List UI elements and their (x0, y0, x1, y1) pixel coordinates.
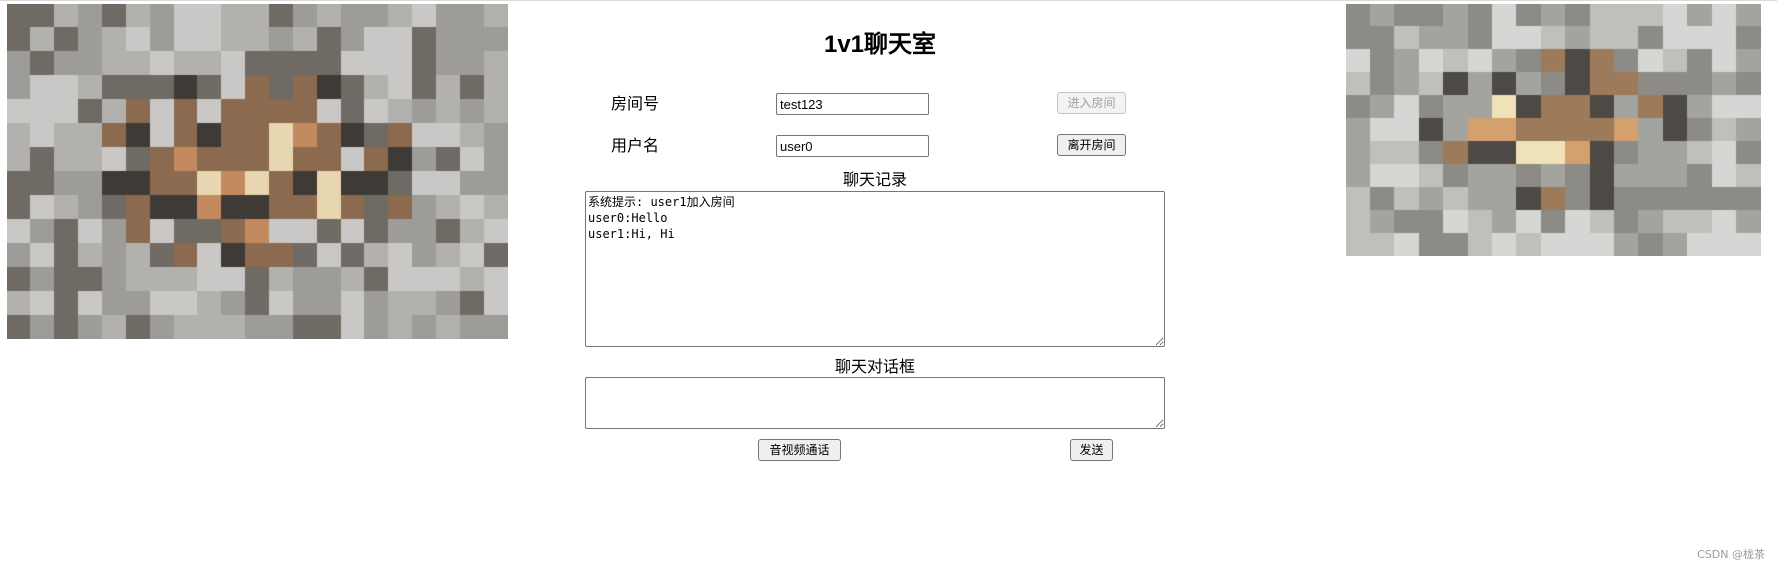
chat-input-textarea[interactable] (585, 377, 1165, 429)
chat-log-textarea[interactable]: 系统提示: user1加入房间 user0:Hello user1:Hi, Hi (585, 191, 1165, 347)
local-video (7, 4, 508, 339)
room-number-input[interactable] (776, 93, 929, 115)
watermark: CSDN @栊茶 (1697, 548, 1765, 561)
av-call-button[interactable]: 音视频通话 (758, 439, 841, 461)
username-input[interactable] (776, 135, 929, 157)
page-title: 1v1聊天室 (823, 31, 937, 58)
chat-log-label: 聊天记录 (842, 170, 907, 189)
leave-room-button[interactable]: 离开房间 (1057, 134, 1126, 156)
room-number-label: 房间号 (611, 94, 660, 113)
join-room-button[interactable]: 进入房间 (1057, 92, 1126, 114)
top-border (0, 0, 1777, 1)
send-button[interactable]: 发送 (1070, 439, 1113, 461)
username-label: 用户名 (611, 136, 660, 155)
chat-input-label: 聊天对话框 (834, 357, 915, 376)
remote-video (1346, 4, 1761, 256)
